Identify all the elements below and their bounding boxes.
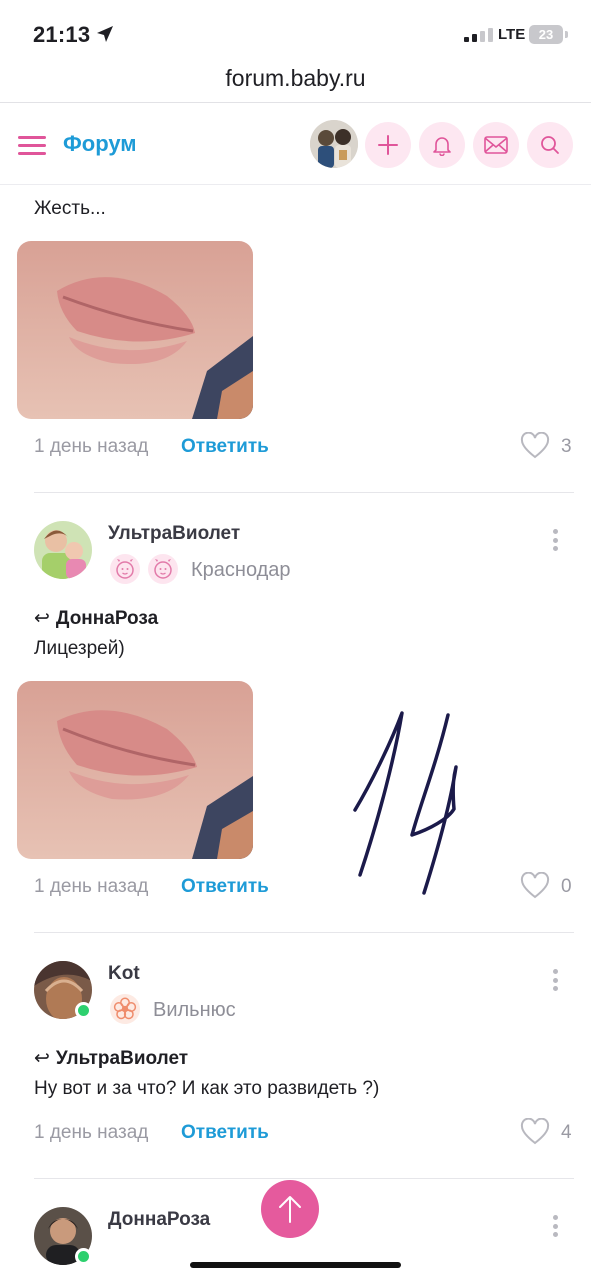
username[interactable]: Kot xyxy=(108,963,140,985)
search-icon xyxy=(541,136,559,154)
reply-to-label: ↩ ДоннаРоза xyxy=(34,607,158,630)
post-photo[interactable] xyxy=(17,241,253,419)
user-city: Вильнюс xyxy=(153,999,236,1021)
post-text: Ну вот и за что? И как это развидеть ?) xyxy=(34,1078,380,1099)
post-text: Лицезрей) xyxy=(34,638,125,659)
user-avatar[interactable] xyxy=(310,120,358,168)
more-options-icon[interactable] xyxy=(553,969,559,991)
like-icon[interactable] xyxy=(520,872,550,899)
like-icon[interactable] xyxy=(520,432,550,459)
like-count: 3 xyxy=(561,436,572,457)
battery-icon: 23 xyxy=(529,25,563,44)
url-bar[interactable]: forum.baby.ru xyxy=(0,56,591,102)
like-count: 4 xyxy=(561,1122,572,1143)
more-options-icon[interactable] xyxy=(553,1215,559,1237)
messages-button[interactable] xyxy=(473,122,519,168)
network-label: LTE xyxy=(498,26,526,43)
home-indicator[interactable] xyxy=(190,1262,401,1268)
avatar[interactable] xyxy=(34,521,92,579)
post-time: 1 день назад xyxy=(34,1122,149,1143)
plus-icon xyxy=(378,135,398,155)
post-photo[interactable] xyxy=(17,681,253,859)
reply-to-user[interactable]: ДоннаРоза xyxy=(56,608,158,629)
arrow-up-icon xyxy=(279,1196,301,1223)
status-bar: 21:13 LTE 23 xyxy=(0,0,591,56)
bell-icon xyxy=(433,137,451,156)
flower-icon xyxy=(110,994,140,1024)
divider xyxy=(34,932,574,933)
like-icon[interactable] xyxy=(520,1118,550,1145)
add-button[interactable] xyxy=(365,122,411,168)
reply-arrow-icon: ↩ xyxy=(34,608,50,629)
post-time: 1 день назад xyxy=(34,436,149,457)
divider xyxy=(34,1178,574,1179)
handwritten-number xyxy=(353,711,458,895)
post-time: 1 день назад xyxy=(34,876,149,897)
reply-arrow-icon: ↩ xyxy=(34,1048,50,1069)
username[interactable]: УльтраВиолет xyxy=(108,523,240,545)
mail-icon xyxy=(484,136,508,154)
reply-to-user[interactable]: УльтраВиолет xyxy=(56,1048,188,1069)
divider xyxy=(34,492,574,493)
scroll-to-top-button[interactable] xyxy=(261,1180,319,1238)
battery-tip xyxy=(565,31,568,38)
location-arrow-icon xyxy=(97,26,113,42)
app-header: Форум xyxy=(0,103,591,185)
baby-girl-icon xyxy=(110,554,140,584)
reply-button[interactable]: Ответить xyxy=(181,436,269,458)
online-indicator xyxy=(75,1002,92,1019)
online-indicator xyxy=(75,1248,92,1265)
baby-girl-icon xyxy=(148,554,178,584)
reply-button[interactable]: Ответить xyxy=(181,876,269,898)
reply-button[interactable]: Ответить xyxy=(181,1122,269,1144)
username[interactable]: ДоннаРоза xyxy=(108,1209,210,1231)
status-time: 21:13 xyxy=(33,22,91,47)
like-count: 0 xyxy=(561,876,572,897)
more-options-icon[interactable] xyxy=(553,529,559,551)
signal-icon xyxy=(464,28,493,42)
post-text: Жесть... xyxy=(34,198,106,219)
user-city: Краснодар xyxy=(191,559,291,581)
menu-icon[interactable] xyxy=(18,136,46,156)
search-button[interactable] xyxy=(527,122,573,168)
notifications-button[interactable] xyxy=(419,122,465,168)
reply-to-label: ↩ УльтраВиолет xyxy=(34,1047,188,1070)
page-title[interactable]: Форум xyxy=(63,131,137,157)
